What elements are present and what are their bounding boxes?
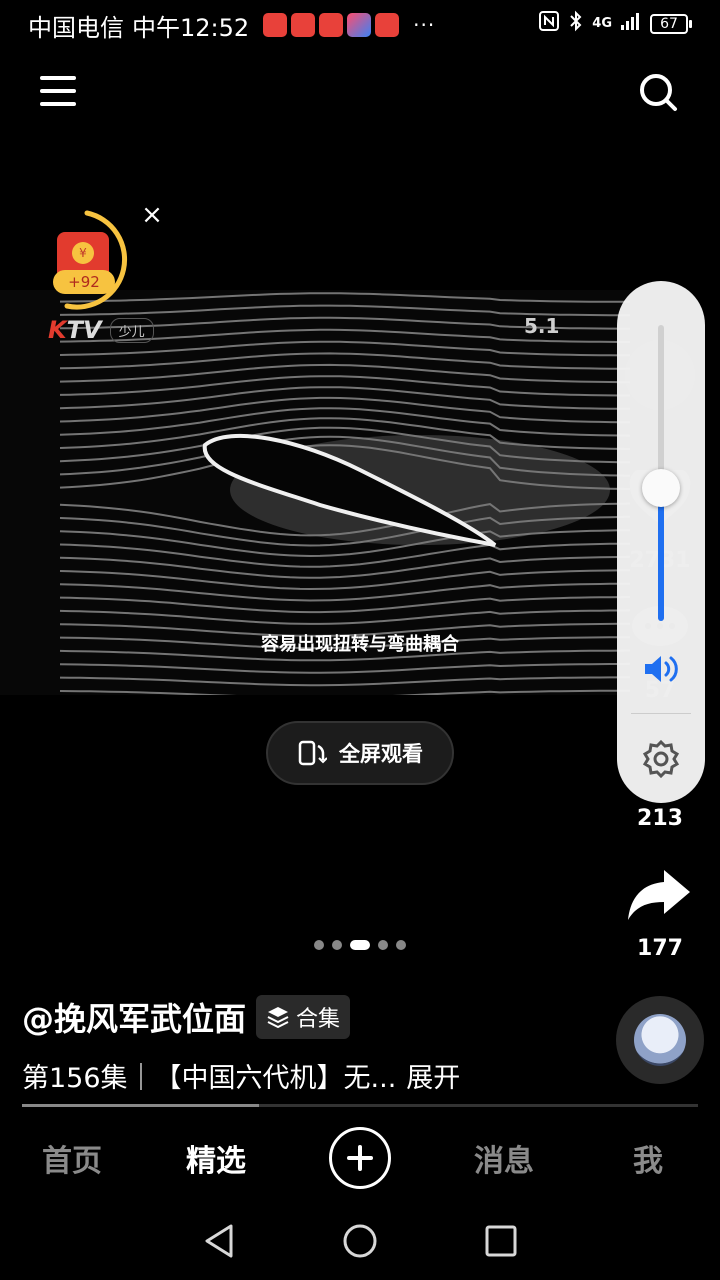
more-notifications: ··· <box>413 13 436 37</box>
nfc-icon <box>538 10 560 37</box>
notification-app-icon <box>263 13 288 37</box>
ktv-logo-sub: 少儿 <box>109 317 154 343</box>
coin-icon: ¥ <box>72 242 94 264</box>
carousel-dot <box>314 940 324 950</box>
tab-home[interactable]: 首页 <box>0 1136 144 1180</box>
layers-icon <box>267 1007 289 1029</box>
home-icon[interactable] <box>342 1223 378 1263</box>
back-icon[interactable] <box>203 1223 235 1263</box>
video-watermark: 5.1 <box>524 314 560 338</box>
clock: 中午12:52 <box>132 13 250 42</box>
tab-featured[interactable]: 精选 <box>144 1136 288 1180</box>
reward-amount: +92 <box>53 270 115 294</box>
music-disc[interactable] <box>616 996 704 1084</box>
notification-icons <box>263 13 400 37</box>
carousel-dot <box>396 940 406 950</box>
share-icon[interactable] <box>626 866 692 922</box>
battery-icon: 67 <box>650 13 692 34</box>
reward-close-button[interactable]: × <box>140 200 164 230</box>
streamline <box>59 689 630 695</box>
fullscreen-rotate-icon <box>298 740 327 766</box>
notification-app-icon <box>291 13 316 37</box>
expand-link[interactable]: 展开 <box>406 1056 460 1095</box>
status-bar: 中国电信 中午12:52 ··· 4G 67 <box>0 0 720 50</box>
bottom-nav: 首页 精选 消息 我 <box>0 1110 720 1206</box>
menu-icon[interactable] <box>40 76 76 106</box>
tab-create[interactable] <box>288 1127 432 1189</box>
streamline <box>59 609 630 625</box>
ktv-logo: KTV 少儿 <box>48 316 154 344</box>
gear-icon[interactable] <box>641 739 681 779</box>
battery-level: 67 <box>650 13 688 34</box>
notification-app-icon <box>319 13 344 37</box>
music-avatar <box>634 1014 686 1066</box>
volume-slider-fill <box>658 488 664 621</box>
streamline <box>59 676 630 687</box>
author-row: @挽风军武位面 合集 <box>22 994 351 1040</box>
fullscreen-label: 全屏观看 <box>339 742 423 766</box>
bluetooth-icon <box>568 10 584 37</box>
collection-label: 合集 <box>296 1007 341 1032</box>
video-subtitle: 容易出现扭转与弯曲耦合 <box>261 634 459 655</box>
signal-icon <box>620 11 642 36</box>
carrier-label: 中国电信 <box>28 13 124 42</box>
ktv-logo-rest: TV <box>66 316 102 344</box>
carousel-dot <box>332 940 342 950</box>
speaker-icon[interactable] <box>643 653 679 685</box>
streamline <box>59 292 630 303</box>
search-icon[interactable] <box>638 72 678 112</box>
video-description[interactable]: 第156集｜【中国六代机】无... 展开 <box>22 1056 460 1095</box>
plus-icon[interactable] <box>329 1127 391 1189</box>
network-type: 4G <box>592 16 612 31</box>
streamline <box>59 352 630 370</box>
collection-tag[interactable]: 合集 <box>256 995 351 1039</box>
tab-me[interactable]: 我 <box>576 1136 720 1180</box>
streamline <box>59 407 630 437</box>
system-navigation-bar <box>0 1206 720 1280</box>
streamline <box>59 662 630 674</box>
carousel-dot <box>350 940 370 950</box>
carousel-dots <box>0 940 720 950</box>
volume-divider <box>631 713 691 714</box>
volume-panel <box>617 281 705 803</box>
fullscreen-button[interactable]: 全屏观看 <box>266 721 454 785</box>
favorite-count: 213 <box>637 806 683 831</box>
video-progress-bar[interactable] <box>22 1104 698 1107</box>
recents-icon[interactable] <box>485 1225 517 1261</box>
ktv-logo-k: K <box>48 316 67 344</box>
author-name[interactable]: @挽风军武位面 <box>22 994 246 1040</box>
notification-app-icon <box>375 13 400 37</box>
tab-messages[interactable]: 消息 <box>432 1136 576 1180</box>
carousel-dot <box>378 940 388 950</box>
description-text: 第156集｜【中国六代机】无... <box>22 1063 397 1094</box>
red-packet-reward-widget[interactable]: ¥ +92 <box>45 210 140 320</box>
video-progress-fill <box>22 1104 259 1107</box>
notification-app-icon <box>347 13 372 37</box>
volume-slider-thumb[interactable] <box>642 469 680 507</box>
